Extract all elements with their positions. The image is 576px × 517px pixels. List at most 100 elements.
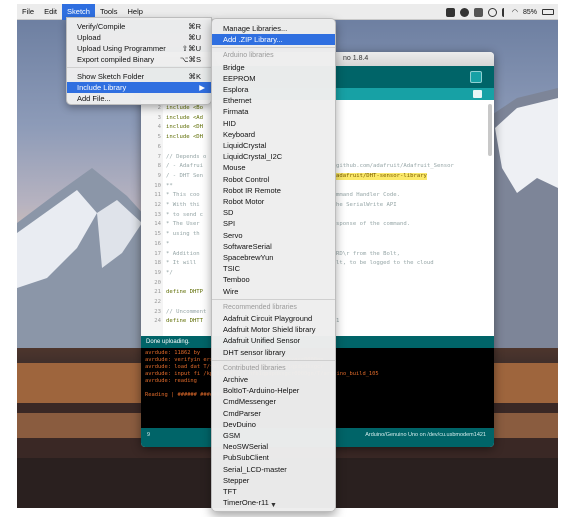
sketch-menu-item[interactable]: Upload Using Programmer ⇧⌘U: [67, 43, 211, 54]
app-icon[interactable]: [445, 7, 455, 17]
library-menu-item[interactable]: Esplora: [212, 84, 335, 95]
sketch-menu-item[interactable]: Upload ⌘U: [67, 32, 211, 43]
library-menu-item[interactable]: SD: [212, 207, 335, 218]
menu-item-label: Show Sketch Folder: [77, 72, 145, 81]
menu-file[interactable]: File: [17, 4, 39, 20]
library-menu-item[interactable]: NeoSWSerial: [212, 441, 335, 452]
library-menu-item[interactable]: SpacebrewYun: [212, 252, 335, 263]
library-menu-item[interactable]: DHT sensor library: [212, 347, 335, 358]
library-menu-item[interactable]: Robot Motor: [212, 196, 335, 207]
library-menu-item[interactable]: Ethernet: [212, 95, 335, 106]
line-number: 13: [154, 211, 161, 218]
line-number: 6: [157, 143, 161, 150]
library-menu-item[interactable]: LiquidCrystal: [212, 140, 335, 151]
status-tray: ◠ 85%: [445, 4, 554, 20]
library-menu-item[interactable]: Wire: [212, 286, 335, 297]
code-text: include <Ad: [166, 114, 204, 121]
line-number: 11: [154, 192, 161, 199]
library-menu-item[interactable]: Adafruit Unified Sensor: [212, 335, 335, 346]
menu-item-shortcut: ⇧⌘U: [181, 44, 201, 53]
library-menu-item[interactable]: PubSubClient: [212, 452, 335, 463]
library-menu-item[interactable]: SoftwareSerial: [212, 241, 335, 252]
menu-item-label: Verify/Compile: [77, 22, 126, 31]
library-menu-item[interactable]: Stepper: [212, 475, 335, 486]
code-text-right: 1: [336, 318, 340, 325]
window-title: no 1.8.4: [343, 55, 369, 62]
scroll-down-arrow-icon[interactable]: ▼: [212, 502, 335, 509]
editor-scrollbar[interactable]: [488, 104, 492, 156]
bluetooth-icon[interactable]: [501, 7, 507, 17]
library-menu-item[interactable]: Bridge: [212, 62, 335, 73]
line-number: 9: [157, 172, 161, 179]
sketch-menu-item[interactable]: Show Sketch Folder ⌘K: [67, 71, 211, 82]
library-menu-item[interactable]: BoltIoT-Arduino-Helper: [212, 385, 335, 396]
sketch-menu-item[interactable]: Add File...: [67, 93, 211, 104]
line-number: 5: [157, 134, 161, 141]
library-menu-item[interactable]: Add .ZIP Library...: [212, 34, 335, 46]
chevron-right-icon: ▶: [199, 83, 205, 92]
sketch-menu-item[interactable]: Include Library ▶: [67, 82, 211, 93]
library-menu-item[interactable]: SPI: [212, 218, 335, 229]
line-number: 20: [154, 279, 161, 286]
library-menu-item[interactable]: EEPROM: [212, 73, 335, 84]
menu-separator: [212, 298, 335, 300]
time-machine-icon[interactable]: [487, 7, 497, 17]
line-number: 10: [154, 182, 161, 189]
library-menu-item[interactable]: TFT: [212, 486, 335, 497]
library-menu-item[interactable]: TSIC: [212, 263, 335, 274]
library-menu-item[interactable]: Robot Control: [212, 174, 335, 185]
line-number: 12: [154, 202, 161, 208]
wifi-icon[interactable]: ◠: [512, 8, 518, 16]
code-text: *: [166, 240, 170, 247]
code-text-right: github.com/adafruit/Adafruit_Sensor: [336, 163, 454, 170]
record-icon[interactable]: [459, 7, 469, 17]
library-menu-item[interactable]: Manage Libraries...: [212, 23, 335, 34]
library-menu-item[interactable]: Keyboard: [212, 129, 335, 140]
menu-item-shortcut: ⌥⌘S: [179, 55, 201, 64]
tab-menu-button[interactable]: [473, 90, 482, 98]
library-menu-item[interactable]: GSM: [212, 430, 335, 441]
menu-item-label: Upload Using Programmer: [77, 44, 166, 53]
serial-monitor-button[interactable]: [470, 71, 482, 83]
menu-item-label: Upload: [77, 33, 101, 42]
line-number: 22: [154, 299, 161, 305]
library-menu-item[interactable]: Robot IR Remote: [212, 185, 335, 196]
library-section-header: Arduino libraries: [223, 52, 274, 60]
menu-item-label: Include Library: [77, 83, 127, 92]
line-number: 18: [154, 260, 161, 267]
drive-icon[interactable]: [473, 7, 483, 17]
code-text: include <Bo: [166, 105, 204, 111]
board-info: Arduino/Genuino Uno on /dev/cu.usbmodem1…: [365, 432, 486, 438]
line-number: 15: [154, 231, 161, 238]
code-text: * The User: [166, 221, 200, 228]
library-menu-item[interactable]: Firmata: [212, 106, 335, 117]
library-menu-item[interactable]: Temboo: [212, 274, 335, 285]
line-number: 24: [154, 318, 161, 325]
line-number: 3: [157, 114, 161, 121]
library-menu-item[interactable]: Adafruit Circuit Playground: [212, 313, 335, 324]
sketch-menu: Verify/Compile ⌘R Upload ⌘U Upload Using Pro…: [66, 17, 212, 105]
library-menu-item[interactable]: Adafruit Motor Shield library: [212, 324, 335, 335]
library-menu-item[interactable]: Serial_LCD-master: [212, 464, 335, 475]
code-text: include <DH: [166, 134, 204, 141]
code-text: // Uncomment: [166, 308, 207, 315]
library-menu-item[interactable]: HID: [212, 118, 335, 129]
battery-icon[interactable]: [542, 9, 554, 15]
menu-item-shortcut: ⌘U: [188, 33, 201, 42]
sketch-menu-item[interactable]: Export compiled Binary ⌥⌘S: [67, 54, 211, 65]
library-menu-item[interactable]: LiquidCrystal_I2C: [212, 151, 335, 162]
library-menu-item[interactable]: Archive: [212, 374, 335, 385]
menu-edit[interactable]: Edit: [39, 4, 62, 20]
line-number: 7: [157, 153, 161, 160]
library-menu-item[interactable]: Servo: [212, 230, 335, 241]
code-text: * With thi: [166, 202, 200, 208]
library-section-header: Contributed libraries: [223, 364, 286, 372]
menu-separator: [212, 359, 335, 361]
menu-item-label: Export compiled Binary: [77, 55, 155, 64]
library-menu-item[interactable]: CmdParser: [212, 408, 335, 419]
library-menu-item[interactable]: CmdMessenger: [212, 396, 335, 407]
library-menu-item[interactable]: Mouse: [212, 162, 335, 173]
sketch-menu-item[interactable]: Verify/Compile ⌘R: [67, 21, 211, 32]
library-menu-item[interactable]: DevDuino: [212, 419, 335, 430]
code-text-right: lt, to be logged to the cloud: [336, 260, 434, 267]
